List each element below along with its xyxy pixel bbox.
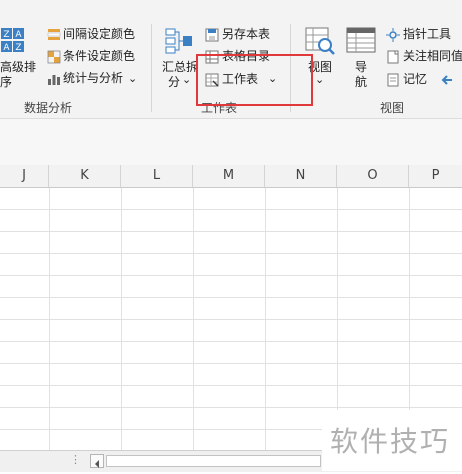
chevron-down-icon[interactable]: ⌄ (315, 73, 324, 87)
highlight-box (196, 54, 313, 106)
advanced-sort-label-2[interactable]: 序 (0, 75, 12, 89)
svg-text:Z: Z (3, 30, 9, 40)
chevron-down-icon[interactable]: ⌄ (128, 72, 137, 86)
pointer-tool-button[interactable]: 指针工具 (403, 27, 451, 41)
pointer-tool-icon (386, 27, 400, 42)
column-header-p[interactable]: P (409, 165, 462, 187)
column-header-o[interactable]: O (337, 165, 409, 187)
summary-split-label[interactable]: 汇总拆 (162, 60, 198, 74)
group-label-data-analysis: 数据分析 (24, 101, 73, 115)
conditional-color-button[interactable]: 条件设定颜色 (63, 49, 135, 63)
divider (151, 24, 152, 112)
focus-same-value-button[interactable]: 关注相同值 (403, 49, 462, 63)
formula-bar-area (0, 119, 462, 166)
svg-text:Z: Z (15, 43, 21, 53)
navigation-icon (346, 26, 376, 56)
view-icon (304, 26, 336, 56)
conditional-color-icon (47, 49, 61, 64)
scroll-left-button[interactable] (90, 454, 104, 468)
column-header-k[interactable]: K (49, 165, 121, 187)
column-header-row: J K L M N O P (0, 165, 462, 188)
focus-same-icon (386, 49, 400, 64)
summary-split-label-2[interactable]: 分 (168, 75, 180, 89)
summary-split-icon (164, 26, 194, 56)
navigation-button-label[interactable]: 导 (355, 60, 367, 74)
drag-handle-icon[interactable]: ⋮ (70, 453, 81, 466)
save-sheet-button[interactable]: 另存本表 (222, 27, 270, 41)
watermark-text: 软件技巧 (330, 425, 451, 458)
svg-text:A: A (3, 43, 10, 53)
column-header-j[interactable]: J (0, 165, 49, 187)
svg-text:A: A (15, 30, 22, 40)
memory-icon (386, 72, 400, 87)
arrow-left-icon[interactable] (440, 72, 454, 86)
column-header-l[interactable]: L (121, 165, 193, 187)
chevron-down-icon[interactable]: ⌄ (182, 73, 191, 87)
interval-color-button[interactable]: 间隔设定颜色 (63, 27, 135, 41)
scroll-thumb[interactable] (106, 455, 321, 467)
column-header-m[interactable]: M (193, 165, 265, 187)
navigation-button-label-2[interactable]: 航 (355, 75, 367, 89)
interval-color-icon (47, 27, 61, 41)
column-header-n[interactable]: N (265, 165, 337, 187)
save-sheet-icon (205, 27, 219, 42)
stats-icon (47, 71, 61, 85)
sort-az-icon[interactable]: Z A A Z (0, 26, 26, 56)
group-label-view: 视图 (380, 101, 405, 115)
stats-analysis-button[interactable]: 统计与分析 (63, 71, 123, 85)
advanced-sort-label[interactable]: 高级排 (0, 60, 36, 74)
memory-button[interactable]: 记忆 (403, 72, 427, 86)
